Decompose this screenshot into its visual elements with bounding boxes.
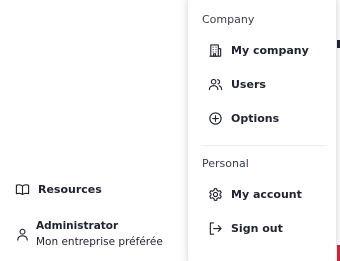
book-open-icon [15, 182, 30, 197]
gear-icon [208, 187, 223, 202]
users-icon [208, 77, 223, 92]
menu-item-label: My company [231, 44, 309, 57]
user-name: Administrator [36, 220, 119, 232]
user-icon [15, 227, 30, 242]
plus-circle-icon [208, 111, 223, 126]
sign-out-icon [208, 221, 223, 236]
page: Resources Administrator Mon entreprise p… [0, 0, 340, 261]
menu-item-sign-out[interactable]: Sign out [208, 221, 283, 236]
menu-divider [202, 145, 326, 146]
menu-section-personal: Personal [202, 157, 249, 170]
menu-item-label: Sign out [231, 222, 283, 235]
sidebar-item-label: Resources [38, 183, 102, 196]
menu-item-options[interactable]: Options [208, 111, 279, 126]
menu-item-label: My account [231, 188, 302, 201]
user-company: Mon entreprise préférée [36, 236, 163, 248]
sidebar-item-resources[interactable]: Resources [15, 182, 102, 197]
building-icon [208, 43, 223, 58]
menu-item-label: Users [231, 78, 266, 91]
account-dropdown-menu: Company My company Users Options Persona… [188, 0, 336, 261]
user-details: Administrator Mon entreprise préférée [36, 218, 163, 250]
menu-item-my-account[interactable]: My account [208, 187, 302, 202]
user-profile[interactable]: Administrator Mon entreprise préférée [15, 218, 163, 250]
menu-item-my-company[interactable]: My company [208, 43, 309, 58]
menu-item-users[interactable]: Users [208, 77, 266, 92]
menu-item-label: Options [231, 112, 280, 125]
menu-section-company: Company [202, 13, 255, 26]
